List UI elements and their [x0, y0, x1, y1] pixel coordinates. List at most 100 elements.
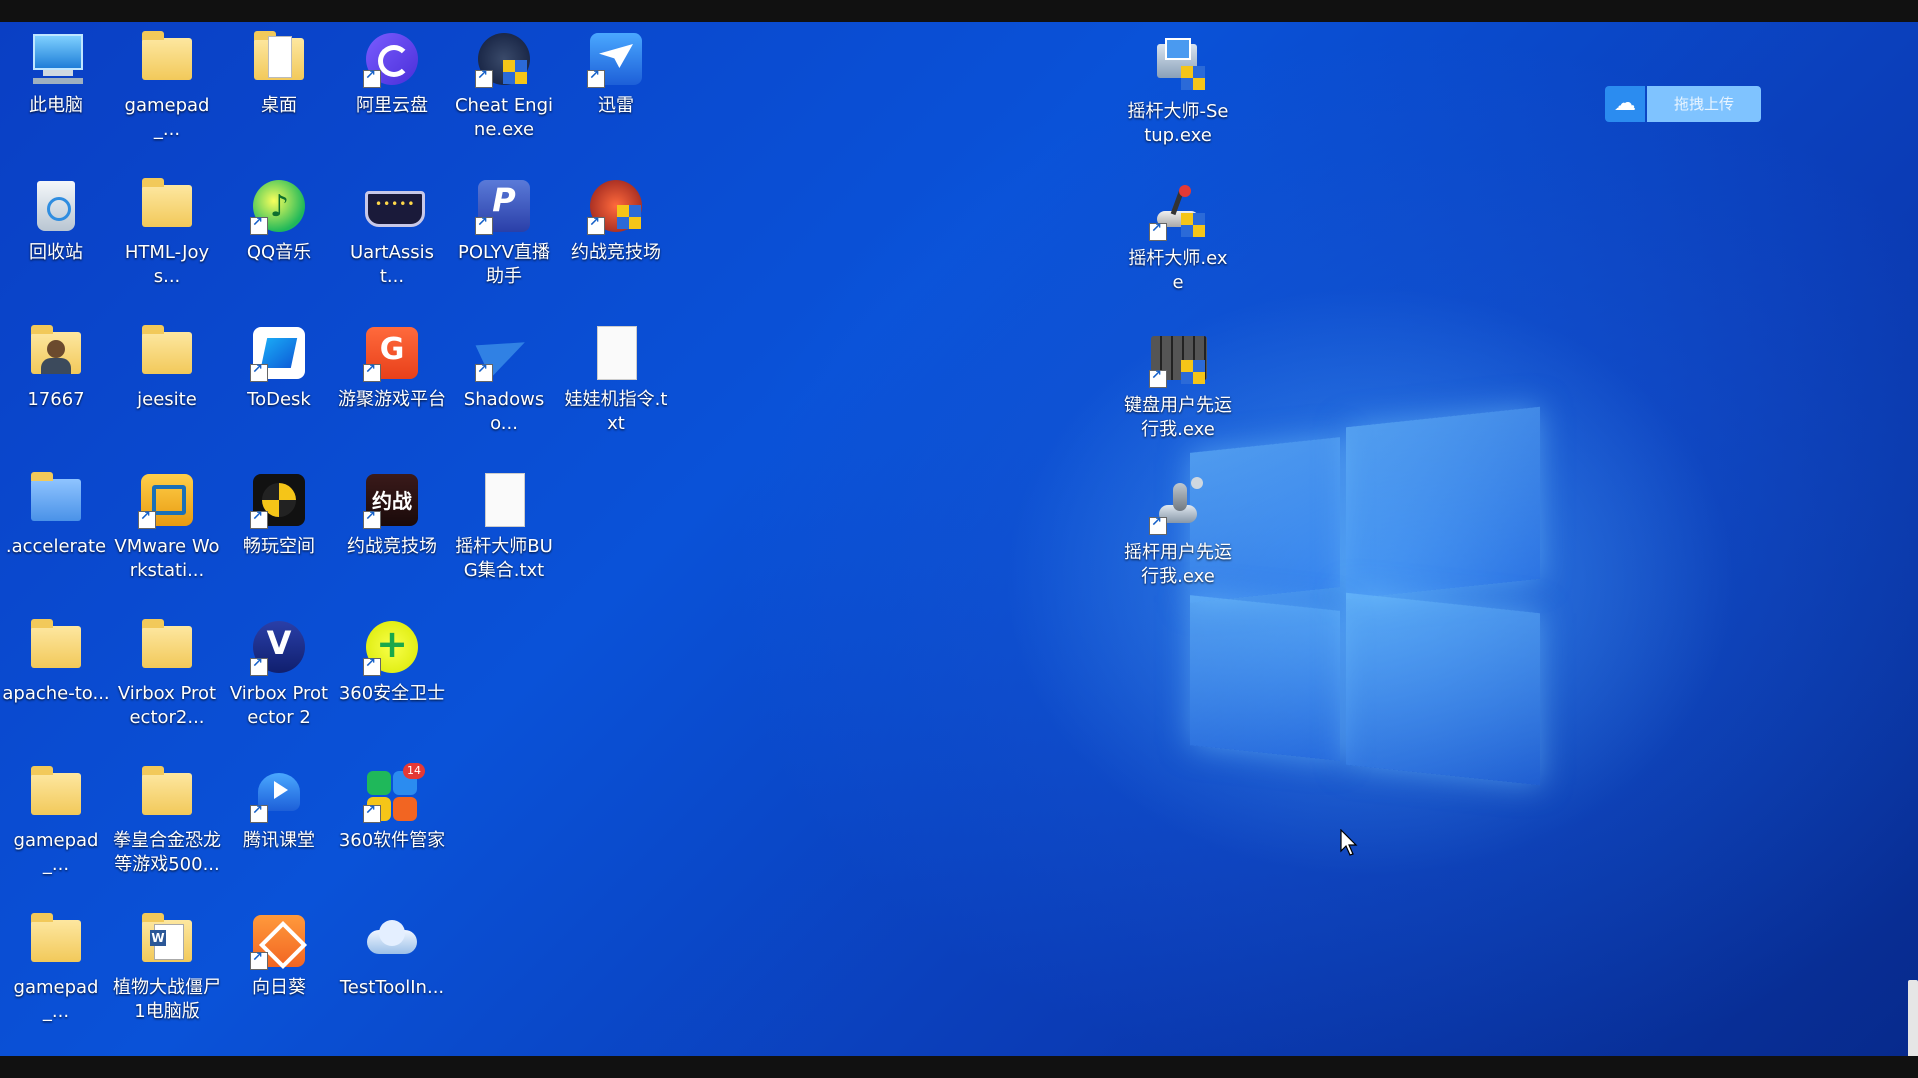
icon-label: jeesite	[137, 389, 197, 410]
icon-label: Shadowso...	[463, 389, 545, 434]
icon-label: gamepad_...	[13, 830, 99, 875]
computer-icon	[25, 28, 87, 90]
icon-label: Cheat Engine.exe	[454, 95, 554, 140]
desktop-icon-keyboard-user[interactable]: 键盘用户先运行我.exe	[1124, 328, 1232, 442]
desktop-icon-claw-txt[interactable]: 娃娃机指令.txt	[562, 322, 670, 436]
sunflower-icon	[248, 910, 310, 972]
youju-icon: G	[361, 322, 423, 384]
icon-label: 拳皇合金恐龙等游戏500...	[113, 830, 221, 875]
desktop-icon-testtool[interactable]: TestToolIn...	[338, 910, 446, 1000]
desktop-icon-joystick-exe[interactable]: 摇杆大师.exe	[1124, 181, 1232, 295]
icon-label: 回收站	[29, 242, 83, 263]
desktop-icon-apache[interactable]: apache-to...	[2, 616, 110, 706]
desktop-icon-desktop-folder[interactable]: 桌面	[225, 28, 333, 118]
folder-icon	[248, 28, 310, 90]
icon-label: 摇杆用户先运行我.exe	[1124, 542, 1232, 587]
desktop-icon-vmware[interactable]: VMware Workstati...	[113, 469, 221, 583]
joystick-icon	[1147, 475, 1209, 537]
icon-label: gamepad_...	[13, 977, 99, 1022]
user-folder-icon	[25, 322, 87, 384]
desktop-icon-youju[interactable]: G 游聚游戏平台	[338, 322, 446, 412]
vmware-icon	[136, 469, 198, 531]
desktop[interactable]: 此电脑 回收站 17667 .accelerate apache-to... g…	[0, 22, 1918, 1056]
icon-label: .accelerate	[5, 536, 107, 557]
icon-label: ToDesk	[247, 389, 311, 410]
desktop-icon-shadowsocks[interactable]: Shadowso...	[450, 322, 558, 436]
text-file-icon	[473, 469, 535, 531]
desktop-icon-accelerate[interactable]: .accelerate	[2, 469, 110, 559]
desktop-icon-pvz[interactable]: W 植物大战僵尸1电脑版	[113, 910, 221, 1024]
drag-upload-button[interactable]: 拖拽上传	[1647, 86, 1761, 122]
icon-label: 迅雷	[598, 95, 634, 116]
qq-music-icon: ♪	[248, 175, 310, 237]
folder-icon	[136, 28, 198, 90]
icon-label: 约战竞技场	[571, 242, 661, 263]
desktop-icon-gamepad-2[interactable]: gamepad_...	[2, 763, 110, 877]
polyv-icon: P	[473, 175, 535, 237]
desktop-icon-yuezhan[interactable]: 约战 约战竞技场	[338, 469, 446, 559]
icon-label: 摇杆大师-Setup.exe	[1127, 101, 1229, 146]
desktop-icon-virbox-folder[interactable]: Virbox Protector2...	[113, 616, 221, 730]
scrollbar-edge[interactable]	[1908, 980, 1918, 1056]
folder-icon	[136, 763, 198, 825]
desktop-icon-360-software[interactable]: 14 360软件管家	[338, 763, 446, 853]
icon-label: 畅玩空间	[243, 536, 315, 557]
desktop-icon-yuezhan-2[interactable]: 约战竞技场	[562, 175, 670, 265]
desktop-icon-joystick-setup[interactable]: 摇杆大师-Setup.exe	[1124, 34, 1232, 148]
folder-icon	[25, 469, 87, 531]
folder-icon	[136, 175, 198, 237]
desktop-icon-changwan[interactable]: 畅玩空间	[225, 469, 333, 559]
recycle-bin-icon	[25, 175, 87, 237]
top-black-bar	[0, 0, 1918, 22]
desktop-icon-sunflower[interactable]: 向日葵	[225, 910, 333, 1000]
icon-label: 17667	[27, 389, 85, 410]
360-software-manager-icon: 14	[361, 763, 425, 825]
installer-icon	[1147, 34, 1209, 96]
desktop-icon-this-pc[interactable]: 此电脑	[2, 28, 110, 118]
desktop-icon-html-joystick[interactable]: HTML-Joys...	[113, 175, 221, 289]
icon-label: 摇杆大师.exe	[1128, 248, 1228, 293]
desktop-icon-polyv[interactable]: P POLYV直播助手	[450, 175, 558, 289]
icon-label: 此电脑	[29, 95, 83, 116]
joystick-icon	[1147, 181, 1209, 243]
icon-label: 360安全卫士	[338, 683, 446, 704]
icon-label: TestToolIn...	[339, 977, 445, 998]
icon-label: VMware Workstati...	[114, 536, 220, 581]
icon-label: gamepad_...	[124, 95, 210, 140]
yuezhan-icon: 约战	[361, 469, 423, 531]
desktop-icon-uartassist[interactable]: ••••• UartAssist...	[338, 175, 446, 289]
cloud-icon	[361, 910, 423, 972]
desktop-icon-virbox-protector[interactable]: V Virbox Protector 2	[225, 616, 333, 730]
desktop-icon-cheat-engine[interactable]: Cheat Engine.exe	[450, 28, 558, 142]
desktop-icon-qq-music[interactable]: ♪ QQ音乐	[225, 175, 333, 265]
yuezhan-arena-icon	[585, 175, 647, 237]
icon-label: 约战竞技场	[347, 536, 437, 557]
text-file-icon	[585, 322, 647, 384]
serial-port-icon: •••••	[361, 175, 425, 237]
desktop-icon-gamepad-3[interactable]: gamepad_...	[2, 910, 110, 1024]
desktop-icon-aliyun-drive[interactable]: 阿里云盘	[338, 28, 446, 118]
desktop-icon-kof-games[interactable]: 拳皇合金恐龙等游戏500...	[113, 763, 221, 877]
desktop-icon-joystick-user[interactable]: 摇杆用户先运行我.exe	[1124, 475, 1232, 589]
desktop-icon-gamepad-1[interactable]: gamepad_...	[113, 28, 221, 142]
cheat-engine-icon	[473, 28, 535, 90]
icon-label: 游聚游戏平台	[338, 389, 446, 410]
folder-icon	[136, 322, 198, 384]
changwan-icon	[248, 469, 310, 531]
folder-icon	[136, 616, 198, 678]
icon-label: apache-to...	[2, 683, 110, 704]
desktop-icon-17667[interactable]: 17667	[2, 322, 110, 412]
desktop-icon-tencent-class[interactable]: 腾讯课堂	[225, 763, 333, 853]
desktop-icon-jeesite[interactable]: jeesite	[113, 322, 221, 412]
paper-plane-icon	[473, 322, 535, 384]
desktop-icon-360-safe[interactable]: + 360安全卫士	[338, 616, 446, 706]
mouse-cursor-icon	[1340, 828, 1360, 857]
notification-badge: 14	[403, 763, 425, 779]
icon-label: 摇杆大师BUG集合.txt	[455, 536, 553, 581]
desktop-icon-bug-txt[interactable]: 摇杆大师BUG集合.txt	[450, 469, 558, 583]
keyboard-icon	[1147, 328, 1209, 390]
desktop-icon-recycle-bin[interactable]: 回收站	[2, 175, 110, 265]
baidu-netdisk-float-widget[interactable]: ☁ 拖拽上传	[1605, 86, 1761, 122]
desktop-icon-xunlei[interactable]: 迅雷	[562, 28, 670, 118]
desktop-icon-todesk[interactable]: ToDesk	[225, 322, 333, 412]
